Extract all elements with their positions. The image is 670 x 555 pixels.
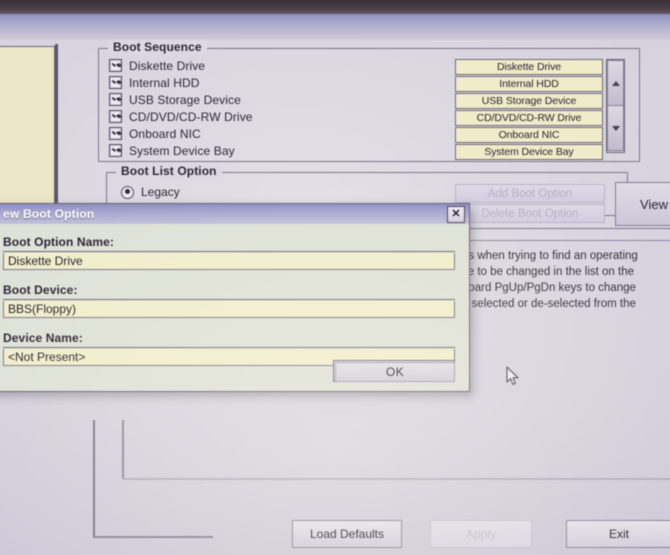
left-cutoff-panel [0,46,55,212]
view-button[interactable]: View [615,182,670,226]
checkbox-icon[interactable] [109,127,122,140]
dialog-titlebar[interactable]: ew Boot Option ✕ [0,204,469,224]
boot-order-item-3[interactable]: CD/DVD/CD-RW Drive [455,110,603,126]
boot-list-option-legend: Boot List Option [116,164,222,178]
checkbox-icon[interactable] [109,93,122,106]
apply-button[interactable]: Apply [430,520,532,548]
help-text-line-2: board PgUp/PgDn keys to change [462,282,636,294]
scroll-down-button[interactable] [607,105,624,151]
dialog-field-list: Boot Option Name: Diskette Drive Boot Devi… [0,235,469,366]
boot-order-list[interactable]: Diskette Drive Internal HDD USB Storage De… [455,59,603,161]
help-text-line-0: es when trying to find an operating [462,250,638,262]
boot-order-item-1[interactable]: Internal HDD [455,76,603,92]
inner-panel-border-left [122,420,124,480]
checkbox-icon[interactable] [109,59,122,72]
boot-sequence-item-label: System Device Bay [129,143,235,158]
boot-order-scrollbar[interactable] [606,59,625,153]
field-boot-option-name-rule [3,251,455,252]
field-boot-device-block: Boot Device: BBS(Floppy) [3,283,455,318]
ok-button[interactable]: OK [333,360,455,382]
boot-list-option-legacy-radio-row[interactable]: Legacy [121,185,180,199]
help-text-line-1: ce to be changed in the list on the [462,266,634,278]
panel-border-bottom [93,536,213,538]
field-boot-device-label: Boot Device: [3,283,78,297]
close-icon[interactable]: ✕ [447,206,465,223]
field-boot-device-input[interactable]: BBS(Floppy) [3,301,455,318]
help-text-panel: es when trying to find an operating ce to… [462,248,670,312]
boot-sequence-checkbox-list: Diskette Drive Internal HDD USB Storage De… [109,58,253,160]
boot-order-item-2[interactable]: USB Storage Device [455,93,603,109]
triangle-down-icon [611,125,620,131]
add-boot-option-button[interactable]: Add Boot Option [455,184,605,203]
boot-sequence-item-label: Diskette Drive [129,58,206,73]
dialog-title: ew Boot Option [3,207,95,221]
field-device-name-rule [3,347,455,348]
radio-legacy-label: Legacy [141,185,180,199]
boot-order-item-4[interactable]: Onboard NIC [455,127,603,143]
triangle-up-icon [611,80,620,86]
checkbox-icon[interactable] [109,76,122,89]
boot-sequence-item-label: Onboard NIC [129,126,201,141]
boot-sequence-item-3[interactable]: CD/DVD/CD-RW Drive [109,109,253,124]
boot-sequence-item-1[interactable]: Internal HDD [109,75,253,90]
field-device-name-label: Device Name: [3,331,83,345]
field-boot-option-name-label: Boot Option Name: [3,235,115,249]
checkbox-icon[interactable] [109,144,122,157]
exit-button[interactable]: Exit [566,520,670,548]
field-boot-option-name-input[interactable]: Diskette Drive [3,253,455,270]
boot-sequence-item-label: Internal HDD [129,75,200,90]
left-cutoff-panel-edge [55,44,58,216]
radio-legacy-icon[interactable] [121,185,134,199]
boot-sequence-item-label: USB Storage Device [129,92,241,107]
boot-sequence-item-4[interactable]: Onboard NIC [109,126,253,141]
boot-order-item-5[interactable]: System Device Bay [455,144,603,160]
help-text-line-3: e selected or de-selected from the [462,298,636,310]
delete-boot-option-button[interactable]: Delete Boot Option [455,204,605,223]
boot-sequence-legend: Boot Sequence [108,40,207,54]
scroll-up-button[interactable] [607,60,624,106]
screen-glare-band [0,14,670,40]
boot-sequence-item-0[interactable]: Diskette Drive [109,58,253,73]
boot-order-item-0[interactable]: Diskette Drive [455,59,603,75]
checkbox-icon[interactable] [109,110,122,123]
boot-sequence-item-2[interactable]: USB Storage Device [109,92,253,107]
panel-border-left [93,420,95,538]
boot-sequence-item-label: CD/DVD/CD-RW Drive [129,109,253,124]
field-boot-device-rule [3,299,455,300]
inner-panel-border-bottom [122,478,670,480]
new-boot-option-dialog: ew Boot Option ✕ Boot Option Name: Disket… [0,203,470,392]
help-panel-divider [462,240,670,241]
help-panel-divider-top [462,228,670,229]
ok-button-label: OK [335,362,455,382]
bios-setup-screen-photo: Boot Sequence Diskette Drive Internal HDD… [0,0,670,555]
field-boot-option-name-block: Boot Option Name: Diskette Drive [3,235,455,270]
boot-sequence-item-5[interactable]: System Device Bay [109,143,253,158]
load-defaults-button[interactable]: Load Defaults [292,520,402,548]
